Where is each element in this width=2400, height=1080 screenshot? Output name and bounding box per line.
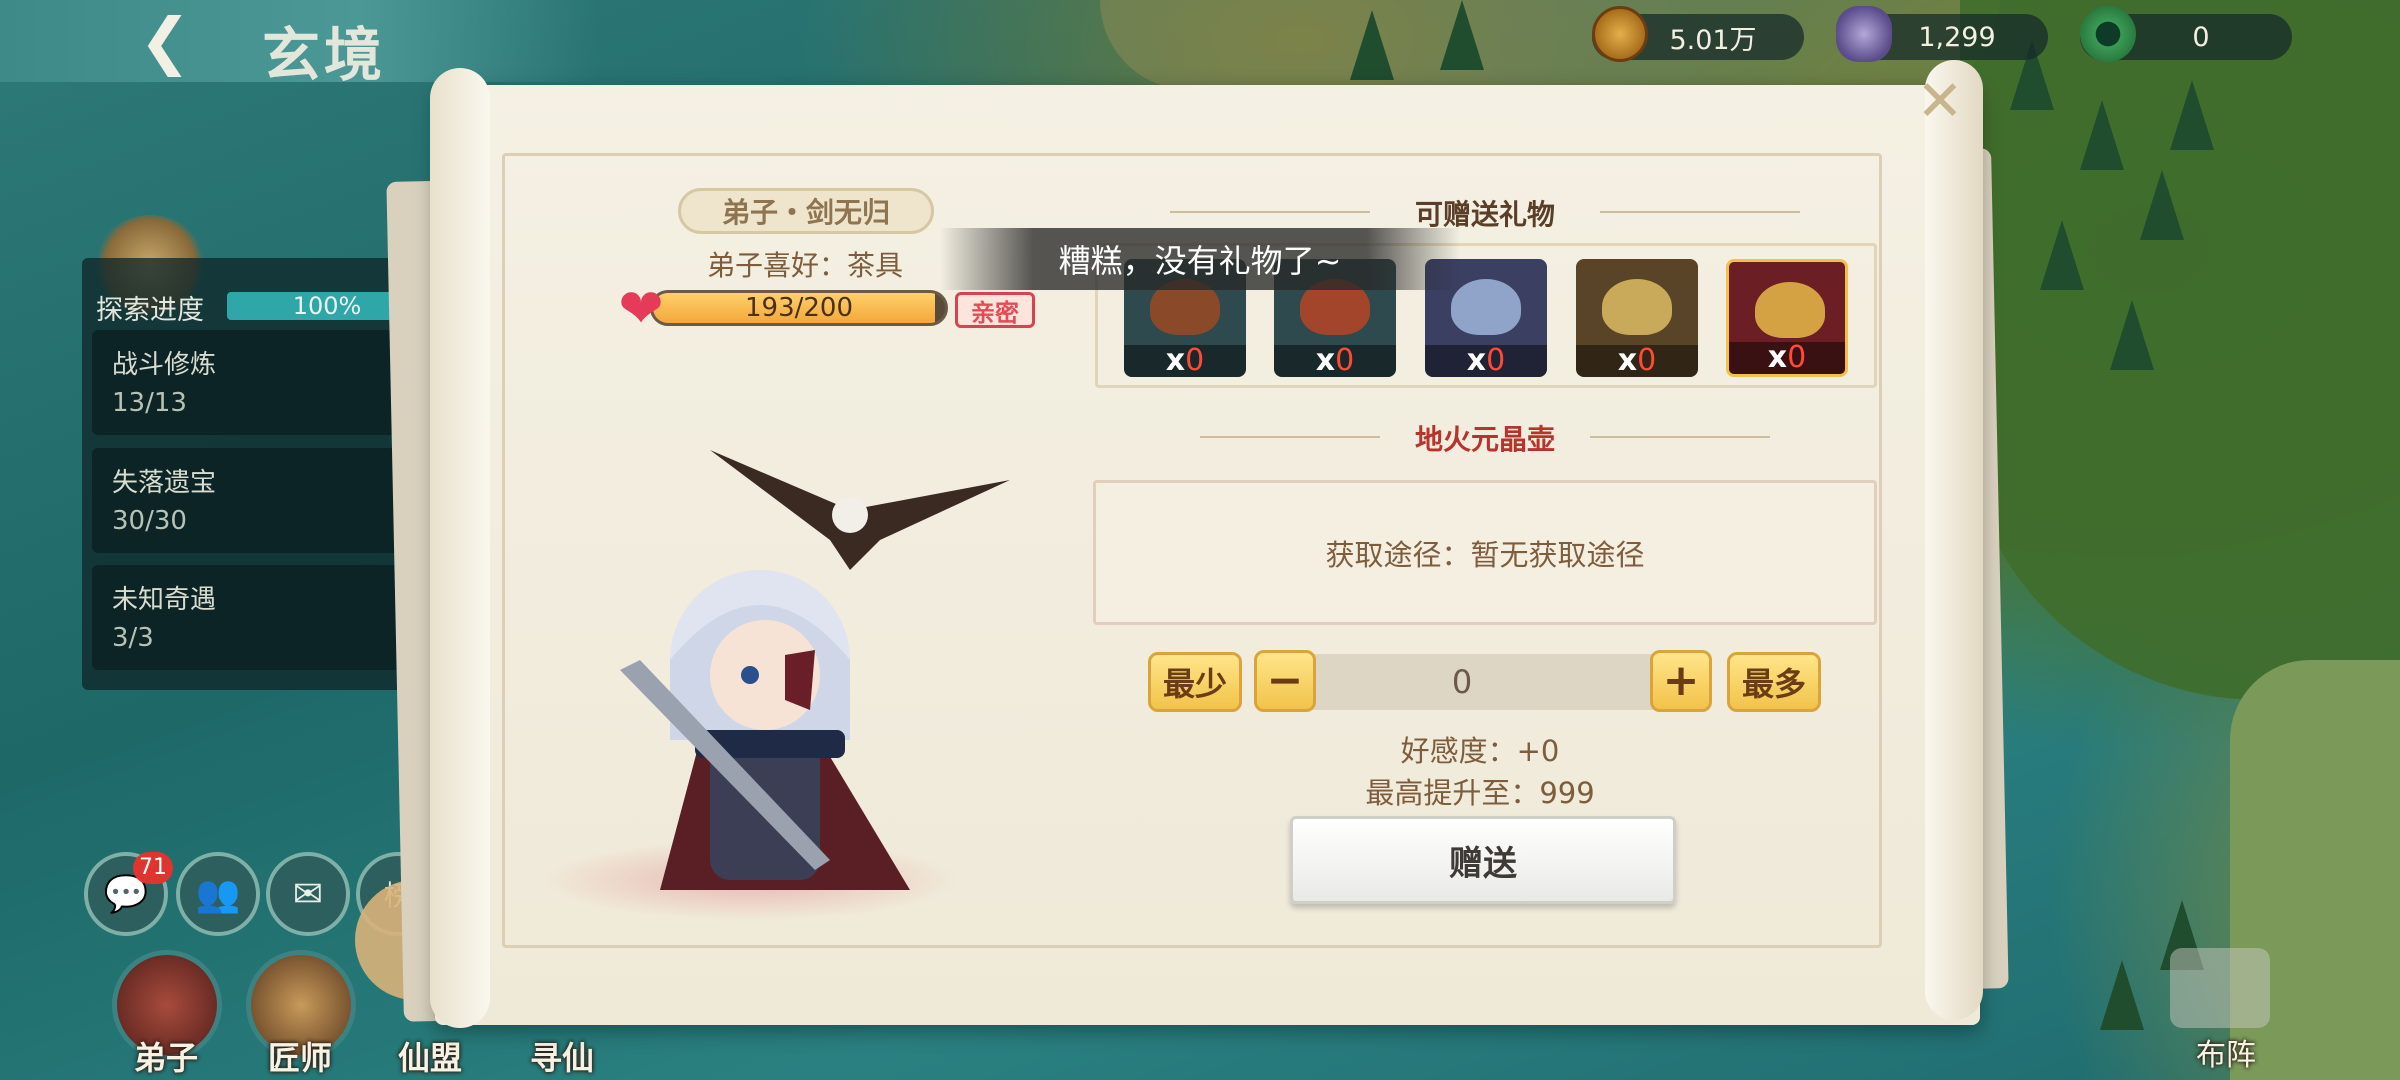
gift-count: x0 [1729, 342, 1845, 374]
pine-tree [2140, 170, 2184, 240]
explore-panel: 探索进度 100% 战斗修炼 13/13 失落遗宝 30/30 未知奇遇 3/3 [82, 258, 427, 690]
nav-disciple-label: 弟子 [134, 1039, 199, 1077]
gift-count: x0 [1576, 345, 1698, 377]
pine-tree [2110, 300, 2154, 370]
explore-item-title: 失落遗宝 [112, 468, 217, 498]
gift-count: x0 [1274, 345, 1396, 377]
explore-item-encounter[interactable]: 未知奇遇 3/3 [92, 565, 422, 670]
item-title-line-right [1590, 436, 1770, 438]
pine-tree [2040, 220, 2084, 290]
spirit-stone-icon [1836, 6, 1892, 62]
gift-count: x0 [1425, 345, 1547, 377]
pine-tree [2080, 100, 2124, 170]
affection-bar: 193/200 [650, 290, 948, 326]
explore-item-value: 3/3 [112, 623, 154, 653]
toast-message: 糟糕，没有礼物了~ [940, 228, 1460, 290]
plus-icon: + [1662, 655, 1700, 706]
pine-tree [1350, 10, 1394, 80]
affection-gain: 好感度：+0 [1400, 734, 1560, 768]
max-raise: 最高提升至：999 [1365, 776, 1595, 810]
give-button[interactable]: 赠送 [1290, 816, 1676, 904]
explore-item-value: 13/13 [112, 388, 187, 418]
pine-tree [2170, 80, 2214, 150]
selected-item-title: 地火元晶壶 [1414, 423, 1555, 456]
explore-item-value: 30/30 [112, 506, 187, 536]
quantity-display: 0 [1262, 654, 1662, 710]
nav-craftsman-label: 匠师 [268, 1039, 333, 1077]
nav-alliance-label[interactable]: 仙盟 [398, 1033, 462, 1079]
gift-item-teapot-selected[interactable]: x0 [1726, 259, 1848, 377]
back-arrow-icon[interactable]: ❮ [130, 6, 200, 76]
obtain-info: 获取途径：暂无获取途径 [1093, 480, 1877, 625]
explore-item-title: 未知奇遇 [112, 585, 217, 615]
pine-tree [2100, 960, 2144, 1030]
scroll-roll-left [430, 68, 490, 1028]
relation-badge: 亲密 [955, 292, 1035, 328]
chat-badge: 71 [133, 852, 173, 884]
currency-copper-value: 5.01万 [1669, 24, 1757, 56]
gifts-title: 可赠送礼物 [1414, 198, 1555, 231]
friends-icon: 👥 [195, 874, 241, 915]
quantity-value: 0 [1451, 663, 1473, 701]
mail-button[interactable]: ✉ [266, 852, 350, 936]
teapot-icon [1602, 279, 1672, 335]
jade-token-icon [2080, 6, 2136, 62]
gifts-title-line-right [1600, 211, 1800, 213]
gift-item-teapot[interactable]: x0 [1576, 259, 1698, 377]
gift-count: x0 [1124, 345, 1246, 377]
heart-icon: ❤ [618, 277, 664, 340]
explore-item-title: 战斗修炼 [112, 350, 217, 380]
currency-spirit-stone-value: 1,299 [1918, 21, 1996, 53]
currency-jade-value: 0 [2192, 21, 2210, 53]
formation-icon[interactable] [2170, 948, 2270, 1028]
teapot-icon [1451, 279, 1521, 335]
mail-icon: ✉ [292, 873, 324, 915]
minus-icon: − [1266, 655, 1304, 706]
item-title-line-left [1200, 436, 1380, 438]
disciple-name: 弟子・剑无归 [678, 188, 934, 234]
minus-button[interactable]: − [1254, 650, 1316, 712]
pine-tree [1440, 0, 1484, 70]
copper-coin-icon [1592, 6, 1648, 62]
close-icon[interactable]: ✕ [1910, 72, 1970, 132]
plus-button[interactable]: + [1650, 650, 1712, 712]
teapot-icon [1755, 282, 1825, 338]
disciple-preference: 弟子喜好：茶具 [706, 249, 903, 282]
disciple-character-illustration [620, 570, 910, 890]
explore-item-battle[interactable]: 战斗修炼 13/13 [92, 330, 422, 435]
min-button[interactable]: 最少 [1148, 652, 1242, 712]
max-button[interactable]: 最多 [1727, 652, 1821, 712]
scroll-roll-right [1925, 60, 1983, 1020]
nav-seek-label[interactable]: 寻仙 [530, 1033, 594, 1079]
affection-value: 193/200 [744, 293, 853, 323]
explore-item-treasure[interactable]: 失落遗宝 30/30 [92, 448, 422, 553]
explore-progress-label: 探索进度 [96, 295, 204, 326]
obtain-text: 获取途径：暂无获取途径 [1325, 537, 1645, 572]
friends-button[interactable]: 👥 [176, 852, 260, 936]
gifts-title-line-left [1170, 211, 1370, 213]
page-title: 玄境 [262, 21, 387, 89]
formation-label[interactable]: 布阵 [2196, 1030, 2256, 1074]
